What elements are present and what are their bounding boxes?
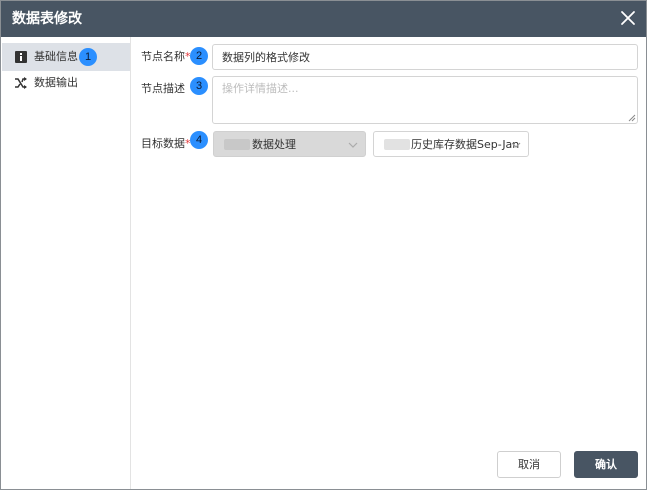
confirm-button[interactable]: 确认 (574, 451, 638, 478)
target-project-select[interactable]: 数据处理 (213, 131, 366, 157)
redacted-text (384, 139, 410, 150)
shuffle-icon (15, 77, 27, 89)
sidebar-item-basic-info[interactable]: 基础信息 1 (2, 43, 130, 71)
target-data-label: 目标数据* (141, 137, 191, 150)
step-badge: 4 (190, 131, 208, 149)
resize-handle-icon[interactable] (628, 114, 636, 122)
dialog-title: 数据表修改 (12, 11, 82, 27)
sidebar-item-data-output[interactable]: 数据输出 (2, 69, 130, 97)
node-name-input[interactable]: 数据列的格式修改 (212, 44, 638, 70)
dialog: 数据表修改 基础信息 1 数据输出 节点名称* 2 数据列的格式修改 节点描述 … (0, 0, 647, 490)
node-desc-label: 节点描述 (141, 82, 185, 95)
chevron-down-icon (348, 142, 358, 148)
info-icon (15, 51, 27, 63)
target-table-select[interactable]: 历史库存数据Sep-Jan (373, 131, 529, 157)
step-badge: 1 (79, 48, 97, 66)
node-desc-placeholder: 操作详情描述... (222, 82, 299, 95)
redacted-text (224, 139, 250, 150)
dialog-header: 数据表修改 (1, 1, 646, 37)
cancel-button[interactable]: 取消 (497, 451, 561, 478)
target-project-value: 数据处理 (252, 138, 296, 151)
close-icon[interactable] (620, 10, 636, 26)
step-badge: 3 (190, 77, 208, 95)
target-table-value: 历史库存数据Sep-Jan (411, 138, 520, 151)
step-badge: 2 (190, 47, 208, 65)
node-desc-textarea[interactable]: 操作详情描述... (212, 76, 638, 124)
sidebar: 基础信息 1 数据输出 (1, 37, 131, 489)
sidebar-item-label: 基础信息 (34, 50, 78, 63)
node-name-value: 数据列的格式修改 (222, 51, 310, 64)
node-name-label: 节点名称* (141, 50, 191, 63)
sidebar-item-label: 数据输出 (34, 76, 78, 89)
chevron-down-icon (511, 142, 521, 148)
